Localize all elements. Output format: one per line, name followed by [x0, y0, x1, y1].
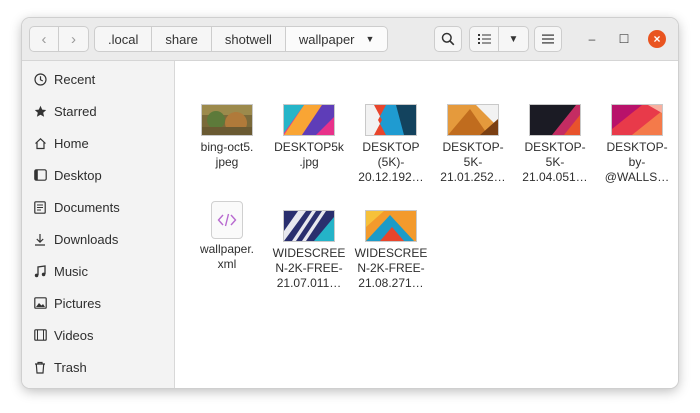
- file-manager-window: ‹ › .local share shotwell wallpaper ▼ ▼ –…: [22, 18, 678, 388]
- file-item[interactable]: DESKTOP- 5K- 21.04.051…: [514, 104, 596, 185]
- trash-icon: [33, 360, 47, 374]
- file-thumbnail: [529, 104, 581, 136]
- sidebar-item-downloads[interactable]: Downloads: [22, 223, 174, 255]
- file-item[interactable]: DESKTOP- by- @WALLS…: [596, 104, 678, 185]
- star-icon: [33, 104, 47, 118]
- list-view-button[interactable]: [469, 26, 499, 52]
- header-bar: ‹ › .local share shotwell wallpaper ▼ ▼ –…: [22, 18, 678, 61]
- maximize-icon: ☐: [618, 32, 630, 46]
- file-item[interactable]: DESKTOP5k .jpg: [268, 104, 350, 170]
- search-icon: [441, 32, 455, 46]
- file-name: WIDESCREE N-2K-FREE- 21.08.271…: [354, 246, 428, 290]
- breadcrumb-label: share: [165, 31, 198, 47]
- file-name: DESKTOP (5K)- 20.12.192…: [358, 140, 424, 184]
- file-thumbnail: [365, 104, 417, 136]
- desktop-icon: [33, 168, 47, 182]
- back-button[interactable]: ‹: [29, 26, 59, 52]
- maximize-button[interactable]: ☐: [615, 30, 633, 48]
- file-name: DESKTOP- by- @WALLS…: [604, 140, 670, 184]
- download-icon: [33, 232, 47, 246]
- sidebar-item-recent[interactable]: Recent: [22, 63, 174, 95]
- file-name: bing-oct5. jpeg: [200, 140, 254, 169]
- clock-icon: [33, 72, 47, 86]
- close-icon: ×: [653, 32, 661, 46]
- sidebar-item-videos[interactable]: Videos: [22, 319, 174, 351]
- sidebar-item-label: Desktop: [54, 167, 102, 183]
- sidebar-item-pictures[interactable]: Pictures: [22, 287, 174, 319]
- sidebar-item-desktop[interactable]: Desktop: [22, 159, 174, 191]
- sidebar-item-label: Trash: [54, 359, 87, 375]
- file-name: wallpaper. xml: [199, 242, 255, 271]
- home-icon: [33, 136, 47, 150]
- picture-icon: [33, 296, 47, 310]
- code-file-icon: [211, 201, 243, 239]
- file-grid: bing-oct5. jpeg DESKTOP5k .jpg DESKTOP (…: [175, 61, 678, 388]
- sidebar-item-documents[interactable]: Documents: [22, 191, 174, 223]
- breadcrumb-label: wallpaper: [298, 31, 355, 47]
- hamburger-menu-icon: [542, 34, 554, 44]
- sidebar-item-home[interactable]: Home: [22, 127, 174, 159]
- sidebar: Recent Starred Home Desktop Documents Do…: [22, 61, 175, 388]
- file-thumbnail: [365, 210, 417, 242]
- sidebar-item-trash[interactable]: Trash: [22, 351, 174, 383]
- file-name: DESKTOP5k .jpg: [274, 140, 344, 169]
- sidebar-item-label: Downloads: [54, 231, 119, 247]
- minimize-button[interactable]: –: [583, 30, 601, 48]
- sidebar-item-label: Home: [54, 135, 89, 151]
- sidebar-item-starred[interactable]: Starred: [22, 95, 174, 127]
- sidebar-item-label: Music: [54, 263, 88, 279]
- chevron-down-icon: ▼: [508, 33, 519, 45]
- sidebar-item-label: Starred: [54, 103, 97, 119]
- file-item[interactable]: bing-oct5. jpeg: [186, 104, 268, 170]
- sidebar-item-label: Videos: [54, 327, 94, 343]
- list-view-icon: [477, 34, 491, 44]
- file-name: DESKTOP- 5K- 21.01.252…: [440, 140, 506, 184]
- file-item[interactable]: WIDESCREE N-2K-FREE- 21.08.271…: [350, 210, 432, 291]
- file-thumbnail: [201, 104, 253, 136]
- chevron-left-icon: ‹: [41, 30, 47, 48]
- file-item[interactable]: WIDESCREE N-2K-FREE- 21.07.011…: [268, 210, 350, 291]
- forward-button[interactable]: ›: [59, 26, 89, 52]
- file-name: WIDESCREE N-2K-FREE- 21.07.011…: [272, 246, 346, 290]
- breadcrumb: .local share shotwell wallpaper ▼: [94, 26, 389, 52]
- breadcrumb-local[interactable]: .local: [94, 26, 153, 52]
- breadcrumb-label: shotwell: [224, 31, 272, 47]
- sidebar-item-label: Pictures: [54, 295, 101, 311]
- sidebar-item-label: Documents: [54, 199, 120, 215]
- sidebar-item-music[interactable]: Music: [22, 255, 174, 287]
- view-options-button[interactable]: ▼: [499, 26, 529, 52]
- file-thumbnail: [447, 104, 499, 136]
- breadcrumb-share[interactable]: share: [152, 26, 212, 52]
- video-icon: [33, 328, 47, 342]
- file-thumbnail: [283, 104, 335, 136]
- file-thumbnail: [611, 104, 663, 136]
- search-button[interactable]: [434, 26, 462, 52]
- close-button[interactable]: ×: [648, 30, 666, 48]
- file-item[interactable]: DESKTOP- 5K- 21.01.252…: [432, 104, 514, 185]
- file-item[interactable]: wallpaper. xml: [186, 201, 268, 272]
- music-icon: [33, 264, 47, 278]
- file-name: DESKTOP- 5K- 21.04.051…: [522, 140, 588, 184]
- main-menu-button[interactable]: [534, 26, 562, 52]
- file-item[interactable]: DESKTOP (5K)- 20.12.192…: [350, 104, 432, 185]
- breadcrumb-label: .local: [108, 31, 139, 47]
- minimize-icon: –: [588, 32, 596, 46]
- breadcrumb-shotwell[interactable]: shotwell: [211, 26, 286, 52]
- chevron-right-icon: ›: [71, 30, 76, 48]
- sidebar-item-label: Recent: [54, 71, 96, 87]
- breadcrumb-wallpaper[interactable]: wallpaper ▼: [285, 26, 389, 52]
- chevron-down-icon: ▼: [365, 34, 375, 44]
- view-toggle-group: ▼: [469, 26, 529, 52]
- document-icon: [33, 200, 47, 214]
- file-thumbnail: [283, 210, 335, 242]
- navigation-buttons: ‹ ›: [29, 26, 89, 52]
